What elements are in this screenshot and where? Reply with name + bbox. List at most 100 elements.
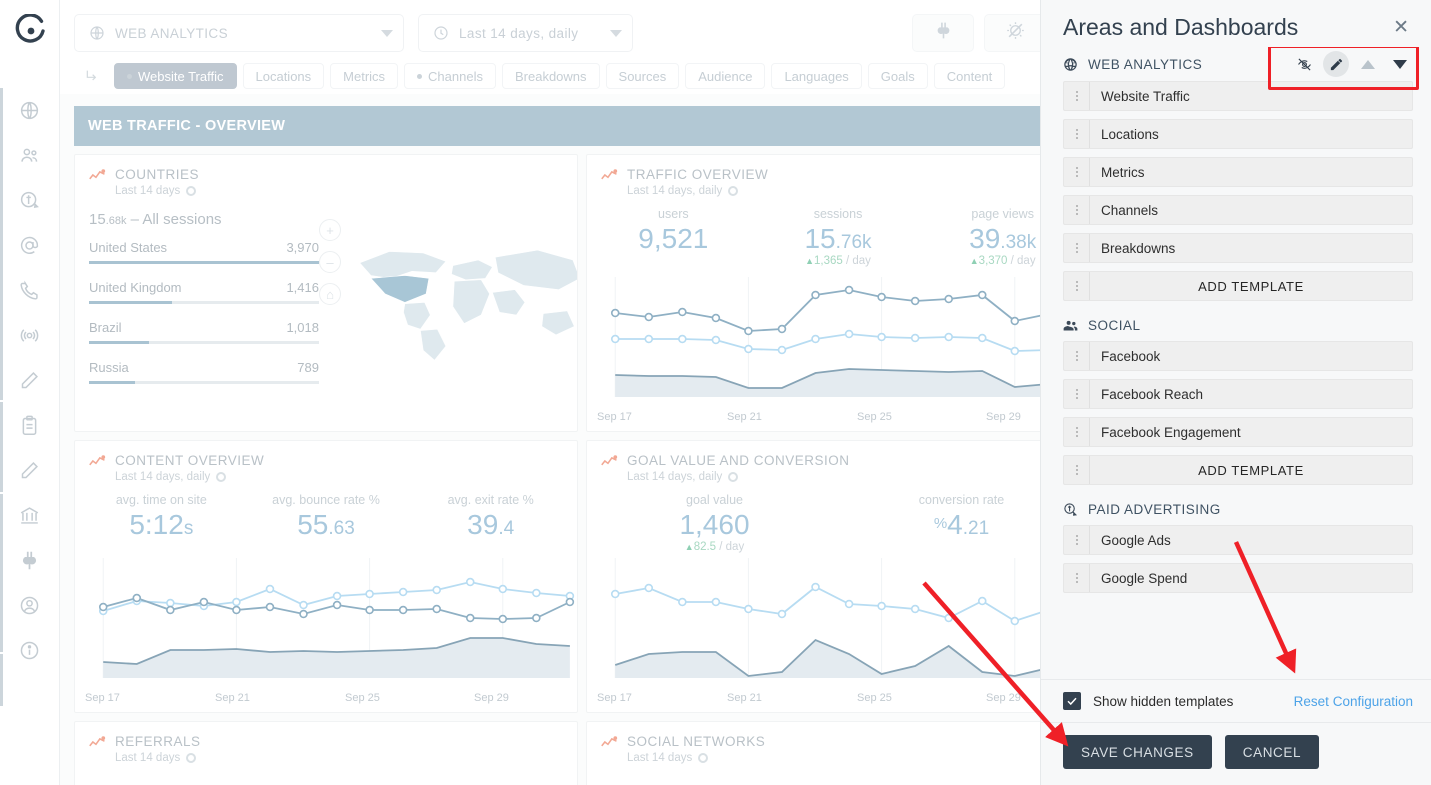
tab-audience[interactable]: Audience [685,63,766,89]
widget-content-overview[interactable]: CONTENT OVERVIEW Last 14 days, daily avg… [74,440,578,713]
country-row: Brazil 1,018 [89,320,319,344]
target-icon [698,753,709,763]
zoom-out-icon[interactable]: – [319,251,341,273]
integrations-button[interactable] [912,14,974,52]
plug-icon[interactable] [8,538,52,583]
add-template-button[interactable]: ADD TEMPLATE [1063,271,1413,301]
tab-label: Metrics [343,68,386,84]
clipboard-icon[interactable] [8,403,52,448]
widget-traffic-overview[interactable]: TRAFFIC OVERVIEW Last 14 days, daily use… [586,154,1090,432]
widget-countries[interactable]: COUNTRIES Last 14 days 15.68k – All sess… [74,154,578,432]
drag-handle-icon[interactable] [1064,418,1090,446]
cancel-button[interactable]: CANCEL [1224,735,1320,769]
tab-locations[interactable]: Locations [242,63,325,89]
template-item[interactable]: Facebook [1063,341,1413,371]
footer-options-row: Show hidden templates Reset Configuratio… [1041,680,1431,722]
pencil-icon[interactable] [8,448,52,493]
tab-label: Goals [880,68,915,84]
template-item[interactable]: Website Traffic [1063,81,1413,111]
drag-handle-icon[interactable] [1064,342,1090,370]
template-list-social: Facebook Facebook Reach Facebook Engagem… [1041,341,1431,485]
at-sign-icon[interactable] [8,223,52,268]
sparkline-icon [601,735,618,749]
globe-icon [1063,57,1078,72]
user-icon[interactable] [8,583,52,628]
template-item[interactable]: Breakdowns [1063,233,1413,263]
add-template-button[interactable]: ADD TEMPLATE [1063,455,1413,485]
tab-languages[interactable]: Languages [771,63,862,89]
content-overview-chart [89,558,577,686]
widget-subtitle: Last 14 days, daily [115,471,211,483]
drag-handle-icon[interactable] [1064,380,1090,408]
drag-handle-icon[interactable] [1064,82,1090,110]
tab-channels[interactable]: Channels [404,63,496,89]
world-map[interactable]: + – ⌂ [319,211,577,400]
broadcast-icon[interactable] [8,313,52,358]
zoom-in-icon[interactable]: + [319,219,341,241]
panel-title: Areas and Dashboards [1063,14,1299,40]
theme-toggle-button[interactable] [984,14,1046,52]
target-icon [186,753,197,763]
x-tick: Sep 29 [986,411,1021,423]
people-icon[interactable] [8,133,52,178]
widget-goal-value-and-conversion[interactable]: GOAL VALUE AND CONVERSION Last 14 days, … [586,440,1090,713]
tab-breakdowns[interactable]: Breakdowns [501,63,600,89]
kpi-value: 39 [969,223,1001,254]
area-selector[interactable]: WEB ANALYTICS [74,14,404,52]
info-icon[interactable] [8,628,52,673]
tab-content[interactable]: Content [933,63,1006,89]
template-item[interactable]: Facebook Reach [1063,379,1413,409]
content-overview-xaxis: Sep 17 Sep 21 Sep 25 Sep 29 [85,692,569,708]
total-value: 15 [89,211,106,228]
template-item[interactable]: Google Spend [1063,563,1413,593]
template-item[interactable]: Google Ads [1063,525,1413,555]
pencil-icon[interactable] [1323,51,1349,77]
date-range-value: Last 14 days, daily [459,25,579,41]
panel-scroll-region[interactable]: WEB ANALYTICS Website Traffic Locations … [1041,47,1431,679]
drag-handle-icon[interactable] [1064,526,1090,554]
widget-referrals[interactable]: REFERRALS Last 14 days [74,721,578,785]
phone-icon[interactable] [8,268,52,313]
drag-handle-icon[interactable] [1064,234,1090,262]
date-range-selector[interactable]: Last 14 days, daily [418,14,633,52]
template-item[interactable]: Facebook Engagement [1063,417,1413,447]
tab-website-traffic[interactable]: Website Traffic [114,63,237,89]
app-logo[interactable] [14,13,48,48]
widget-title: REFERRALS [115,734,201,749]
tab-goals[interactable]: Goals [867,63,928,89]
drag-handle-icon[interactable] [1064,196,1090,224]
country-value: 789 [297,360,319,375]
country-value: 1,018 [286,320,319,335]
reset-configuration-link[interactable]: Reset Configuration [1294,694,1413,709]
widget-social-networks[interactable]: SOCIAL NETWORKS Last 14 days [586,721,1090,785]
drag-handle-icon[interactable] [1064,158,1090,186]
country-name: Brazil [89,320,122,335]
save-changes-button[interactable]: SAVE CHANGES [1063,735,1212,769]
tab-sources[interactable]: Sources [605,63,680,89]
tab-label: Languages [784,68,849,84]
kpi-row: avg. time on site 5:12s avg. bounce rate… [75,493,577,542]
widget-subtitle: Last 14 days [115,185,181,197]
eye-off-icon[interactable] [1291,51,1317,77]
triangle-up-icon: ▲ [805,256,814,266]
drag-handle-icon[interactable] [1064,564,1090,592]
drag-handle-icon[interactable] [1064,272,1090,300]
bank-icon[interactable] [8,493,52,538]
template-item[interactable]: Channels [1063,195,1413,225]
tab-metrics[interactable]: Metrics [330,63,399,89]
pencil-icon[interactable] [8,358,52,403]
template-item[interactable]: Metrics [1063,157,1413,187]
template-label: Facebook Engagement [1101,424,1241,440]
template-item[interactable]: Locations [1063,119,1413,149]
drag-handle-icon[interactable] [1064,456,1090,484]
kpi-value-suffix: .76k [835,232,872,253]
triangle-up-icon[interactable] [1355,51,1381,77]
close-icon[interactable]: ✕ [1389,14,1413,41]
triangle-down-icon[interactable] [1387,51,1413,77]
left-icon-rail [0,0,60,785]
paid-ads-icon[interactable] [8,178,52,223]
show-hidden-templates-checkbox[interactable] [1063,692,1081,710]
home-icon[interactable]: ⌂ [319,283,341,305]
globe-icon[interactable] [8,88,52,133]
drag-handle-icon[interactable] [1064,120,1090,148]
